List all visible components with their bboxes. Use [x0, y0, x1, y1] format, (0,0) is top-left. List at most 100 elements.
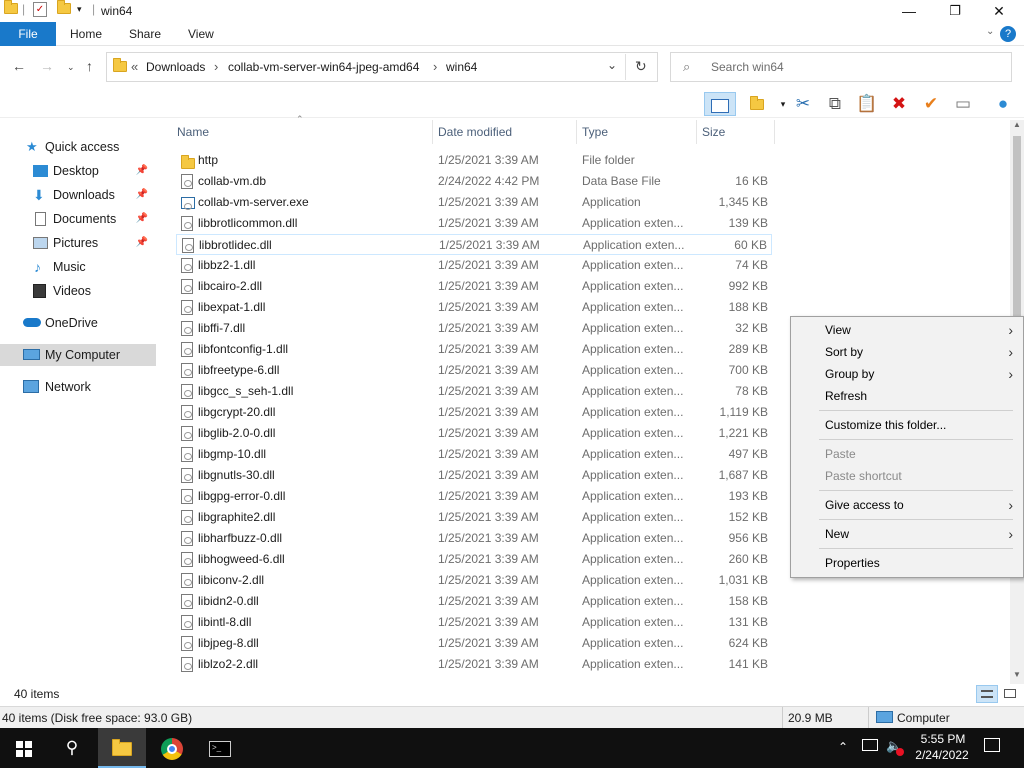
- nav-documents[interactable]: Documents 📌: [0, 208, 156, 230]
- file-row[interactable]: http 1/25/2021 3:39 AM File folder: [176, 150, 772, 171]
- column-divider[interactable]: [432, 120, 433, 144]
- nav-my-computer[interactable]: My Computer: [0, 344, 156, 366]
- tab-file[interactable]: File: [0, 22, 56, 46]
- new-folder-toolbar-icon[interactable]: [744, 92, 770, 116]
- file-row[interactable]: libgcc_s_seh-1.dll 1/25/2021 3:39 AM Appli…: [176, 381, 772, 402]
- details-view-button[interactable]: [976, 685, 998, 703]
- nav-network[interactable]: Network: [0, 376, 156, 398]
- menu-item-give-access[interactable]: Give access to ›: [791, 494, 1023, 516]
- file-row[interactable]: libgpg-error-0.dll 1/25/2021 3:39 AM Appli…: [176, 486, 772, 507]
- file-row[interactable]: libglib-2.0-0.dll 1/25/2021 3:39 AM Applic…: [176, 423, 772, 444]
- menu-item-customize-folder[interactable]: Customize this folder...: [791, 414, 1023, 436]
- back-button[interactable]: ←: [12, 58, 26, 74]
- nav-music[interactable]: ♪ Music: [0, 256, 156, 278]
- nav-downloads[interactable]: ⬇ Downloads 📌: [0, 184, 156, 206]
- overflow-chevron[interactable]: «: [131, 59, 138, 74]
- customize-qat-icon[interactable]: ▾: [77, 4, 82, 15]
- network-tray-icon[interactable]: [862, 739, 878, 751]
- chrome-taskbar-icon[interactable]: [148, 728, 196, 768]
- file-row[interactable]: libgcrypt-20.dll 1/25/2021 3:39 AM Applica…: [176, 402, 772, 423]
- nav-onedrive[interactable]: OneDrive: [0, 312, 156, 334]
- nav-quick-access[interactable]: ★ Quick access: [0, 136, 156, 158]
- properties-icon[interactable]: ✓: [33, 2, 47, 17]
- file-row[interactable]: libffi-7.dll 1/25/2021 3:39 AM Application…: [176, 318, 772, 339]
- breadcrumb-collab-vm[interactable]: collab-vm-server-win64-jpeg-amd64: [228, 60, 419, 74]
- preview-pane-icon[interactable]: [704, 92, 736, 116]
- large-icons-view-button[interactable]: [1000, 685, 1022, 703]
- file-row[interactable]: libintl-8.dll 1/25/2021 3:39 AM Applicatio…: [176, 612, 772, 633]
- refresh-icon[interactable]: ↻: [635, 58, 647, 75]
- menu-item-paste[interactable]: Paste: [791, 443, 1023, 465]
- paste-icon[interactable]: 📋: [854, 92, 880, 116]
- file-row[interactable]: libidn2-0.dll 1/25/2021 3:39 AM Applicatio…: [176, 591, 772, 612]
- nav-videos[interactable]: Videos: [0, 280, 156, 302]
- file-row[interactable]: libfontconfig-1.dll 1/25/2021 3:39 AM Appl…: [176, 339, 772, 360]
- file-row-partial[interactable]: [176, 675, 772, 679]
- menu-item-refresh[interactable]: Refresh: [791, 385, 1023, 407]
- column-divider[interactable]: [576, 120, 577, 144]
- close-button[interactable]: ✕: [976, 0, 1022, 22]
- menu-item-sort-by[interactable]: Sort by ›: [791, 341, 1023, 363]
- breadcrumb-separator[interactable]: ›: [433, 59, 437, 74]
- help-icon[interactable]: ?: [1000, 26, 1016, 42]
- new-folder-icon[interactable]: [57, 0, 71, 17]
- clock-date[interactable]: 2/24/2022: [910, 748, 974, 762]
- file-row[interactable]: libcairo-2.dll 1/25/2021 3:39 AM Applicati…: [176, 276, 772, 297]
- rename-icon[interactable]: ▭: [950, 92, 976, 116]
- check-icon[interactable]: ✔: [918, 92, 944, 116]
- column-name[interactable]: Name: [177, 123, 209, 141]
- file-row[interactable]: collab-vm.db 2/24/2022 4:42 PM Data Base F…: [176, 171, 772, 192]
- menu-item-group-by[interactable]: Group by ›: [791, 363, 1023, 385]
- recent-locations-button[interactable]: ⌄: [67, 62, 75, 73]
- breadcrumb-downloads[interactable]: Downloads: [146, 60, 205, 74]
- start-button[interactable]: [0, 728, 48, 768]
- globe-icon[interactable]: ●: [990, 92, 1016, 116]
- column-size[interactable]: Size: [702, 123, 725, 141]
- file-row[interactable]: libharfbuzz-0.dll 1/25/2021 3:39 AM Applic…: [176, 528, 772, 549]
- up-button[interactable]: ↑: [86, 58, 93, 74]
- file-row[interactable]: liblzo2-2.dll 1/25/2021 3:39 AM Applicatio…: [176, 654, 772, 675]
- file-row[interactable]: libgraphite2.dll 1/25/2021 3:39 AM Applica…: [176, 507, 772, 528]
- file-row[interactable]: libiconv-2.dll 1/25/2021 3:39 AM Applicati…: [176, 570, 772, 591]
- scroll-up-arrow[interactable]: ▲: [1013, 120, 1021, 129]
- file-row[interactable]: collab-vm-server.exe 1/25/2021 3:39 AM App…: [176, 192, 772, 213]
- file-row[interactable]: libbrotlidec.dll 1/25/2021 3:39 AM Applica…: [176, 234, 772, 255]
- address-bar[interactable]: « Downloads › collab-vm-server-win64-jpe…: [106, 52, 658, 82]
- cut-icon[interactable]: ✂: [790, 92, 816, 116]
- file-row[interactable]: libgnutls-30.dll 1/25/2021 3:39 AM Applica…: [176, 465, 772, 486]
- column-type[interactable]: Type: [582, 123, 608, 141]
- search-box[interactable]: ⌕ Search win64: [670, 52, 1012, 82]
- terminal-taskbar-icon[interactable]: >_: [196, 728, 244, 768]
- scroll-down-arrow[interactable]: ▼: [1013, 670, 1021, 679]
- clock-time[interactable]: 5:55 PM: [916, 732, 970, 746]
- file-row[interactable]: libbrotlicommon.dll 1/25/2021 3:39 AM Appl…: [176, 213, 772, 234]
- menu-item-paste-shortcut[interactable]: Paste shortcut: [791, 465, 1023, 487]
- copy-icon[interactable]: ⧉: [822, 92, 848, 116]
- search-taskbar-icon[interactable]: ⚲: [48, 728, 96, 768]
- menu-item-view[interactable]: View ›: [791, 319, 1023, 341]
- address-dropdown-icon[interactable]: ⌄: [607, 58, 617, 72]
- breadcrumb-separator[interactable]: ›: [214, 59, 218, 74]
- file-explorer-taskbar-icon[interactable]: [98, 728, 146, 768]
- column-divider[interactable]: [774, 120, 775, 144]
- forward-button[interactable]: →: [40, 58, 54, 74]
- minimize-button[interactable]: —: [886, 0, 932, 22]
- column-divider[interactable]: [696, 120, 697, 144]
- notifications-icon[interactable]: [984, 738, 1000, 752]
- menu-item-new[interactable]: New ›: [791, 523, 1023, 545]
- nav-desktop[interactable]: Desktop 📌: [0, 160, 156, 182]
- file-row[interactable]: libexpat-1.dll 1/25/2021 3:39 AM Applicati…: [176, 297, 772, 318]
- nav-pictures[interactable]: Pictures 📌: [0, 232, 156, 254]
- delete-icon[interactable]: ✖: [886, 92, 912, 116]
- file-row[interactable]: libbz2-1.dll 1/25/2021 3:39 AM Application…: [176, 255, 772, 276]
- file-row[interactable]: libjpeg-8.dll 1/25/2021 3:39 AM Applicatio…: [176, 633, 772, 654]
- ribbon-expand-icon[interactable]: ⌄: [986, 26, 994, 37]
- file-row[interactable]: libhogweed-6.dll 1/25/2021 3:39 AM Applica…: [176, 549, 772, 570]
- breadcrumb-win64[interactable]: win64: [446, 60, 477, 74]
- maximize-button[interactable]: ❐: [932, 0, 978, 22]
- tab-view[interactable]: View: [176, 22, 226, 46]
- file-row[interactable]: libgmp-10.dll 1/25/2021 3:39 AM Applicatio…: [176, 444, 772, 465]
- menu-item-properties[interactable]: Properties: [791, 552, 1023, 574]
- file-row[interactable]: libfreetype-6.dll 1/25/2021 3:39 AM Applic…: [176, 360, 772, 381]
- show-hidden-icons[interactable]: ⌃: [838, 740, 848, 754]
